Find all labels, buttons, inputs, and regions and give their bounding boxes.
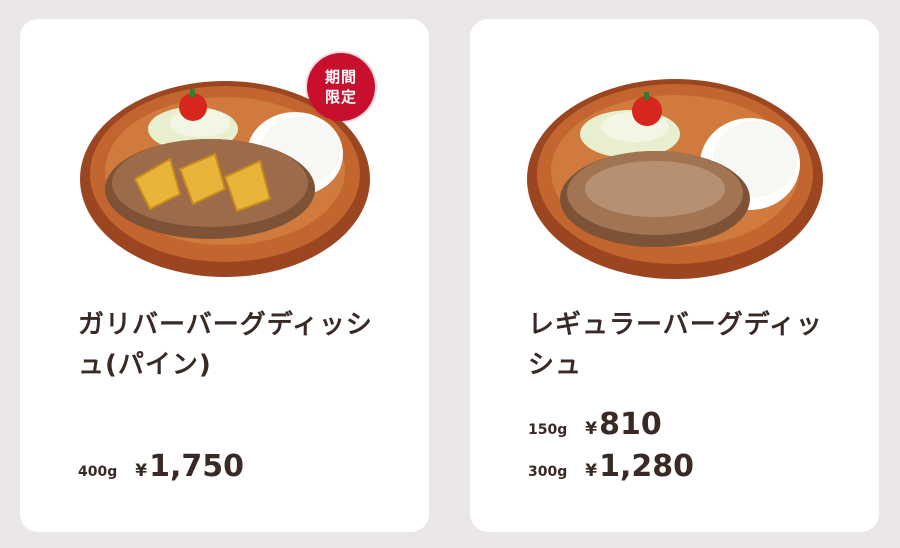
price-row: 150g ¥ 810	[528, 407, 662, 442]
price-amount: 810	[599, 407, 662, 442]
currency-symbol: ¥	[585, 419, 598, 439]
currency-symbol: ¥	[135, 461, 148, 481]
weight-label: 400g	[78, 464, 118, 480]
weight-label: 150g	[528, 422, 568, 438]
price-amount: 1,280	[599, 449, 694, 484]
price-row: 400g ¥ 1,750	[78, 449, 244, 484]
currency-symbol: ¥	[585, 461, 598, 481]
menu-card-regular-burg-dish[interactable]: レギュラーバーグディッシュ 150g ¥ 810 300g ¥ 1,280	[470, 19, 879, 532]
item-name: レギュラーバーグディッシュ	[528, 310, 823, 380]
hamburger-steak-plate-icon	[526, 79, 823, 279]
item-name: ガリバーバーグディッシュ(パイン)	[78, 310, 373, 380]
price-row: 300g ¥ 1,280	[528, 449, 694, 484]
limited-time-badge: 期間限定	[307, 53, 375, 121]
weight-label: 300g	[528, 464, 568, 480]
price-amount: 1,750	[149, 449, 244, 484]
badge-label: 期間限定	[324, 68, 357, 106]
menu-card-gulliver-burg-dish-pine[interactable]: 期間限定 ガリバーバーグディッシュ(パイン) 400g ¥ 1,750	[20, 19, 429, 532]
